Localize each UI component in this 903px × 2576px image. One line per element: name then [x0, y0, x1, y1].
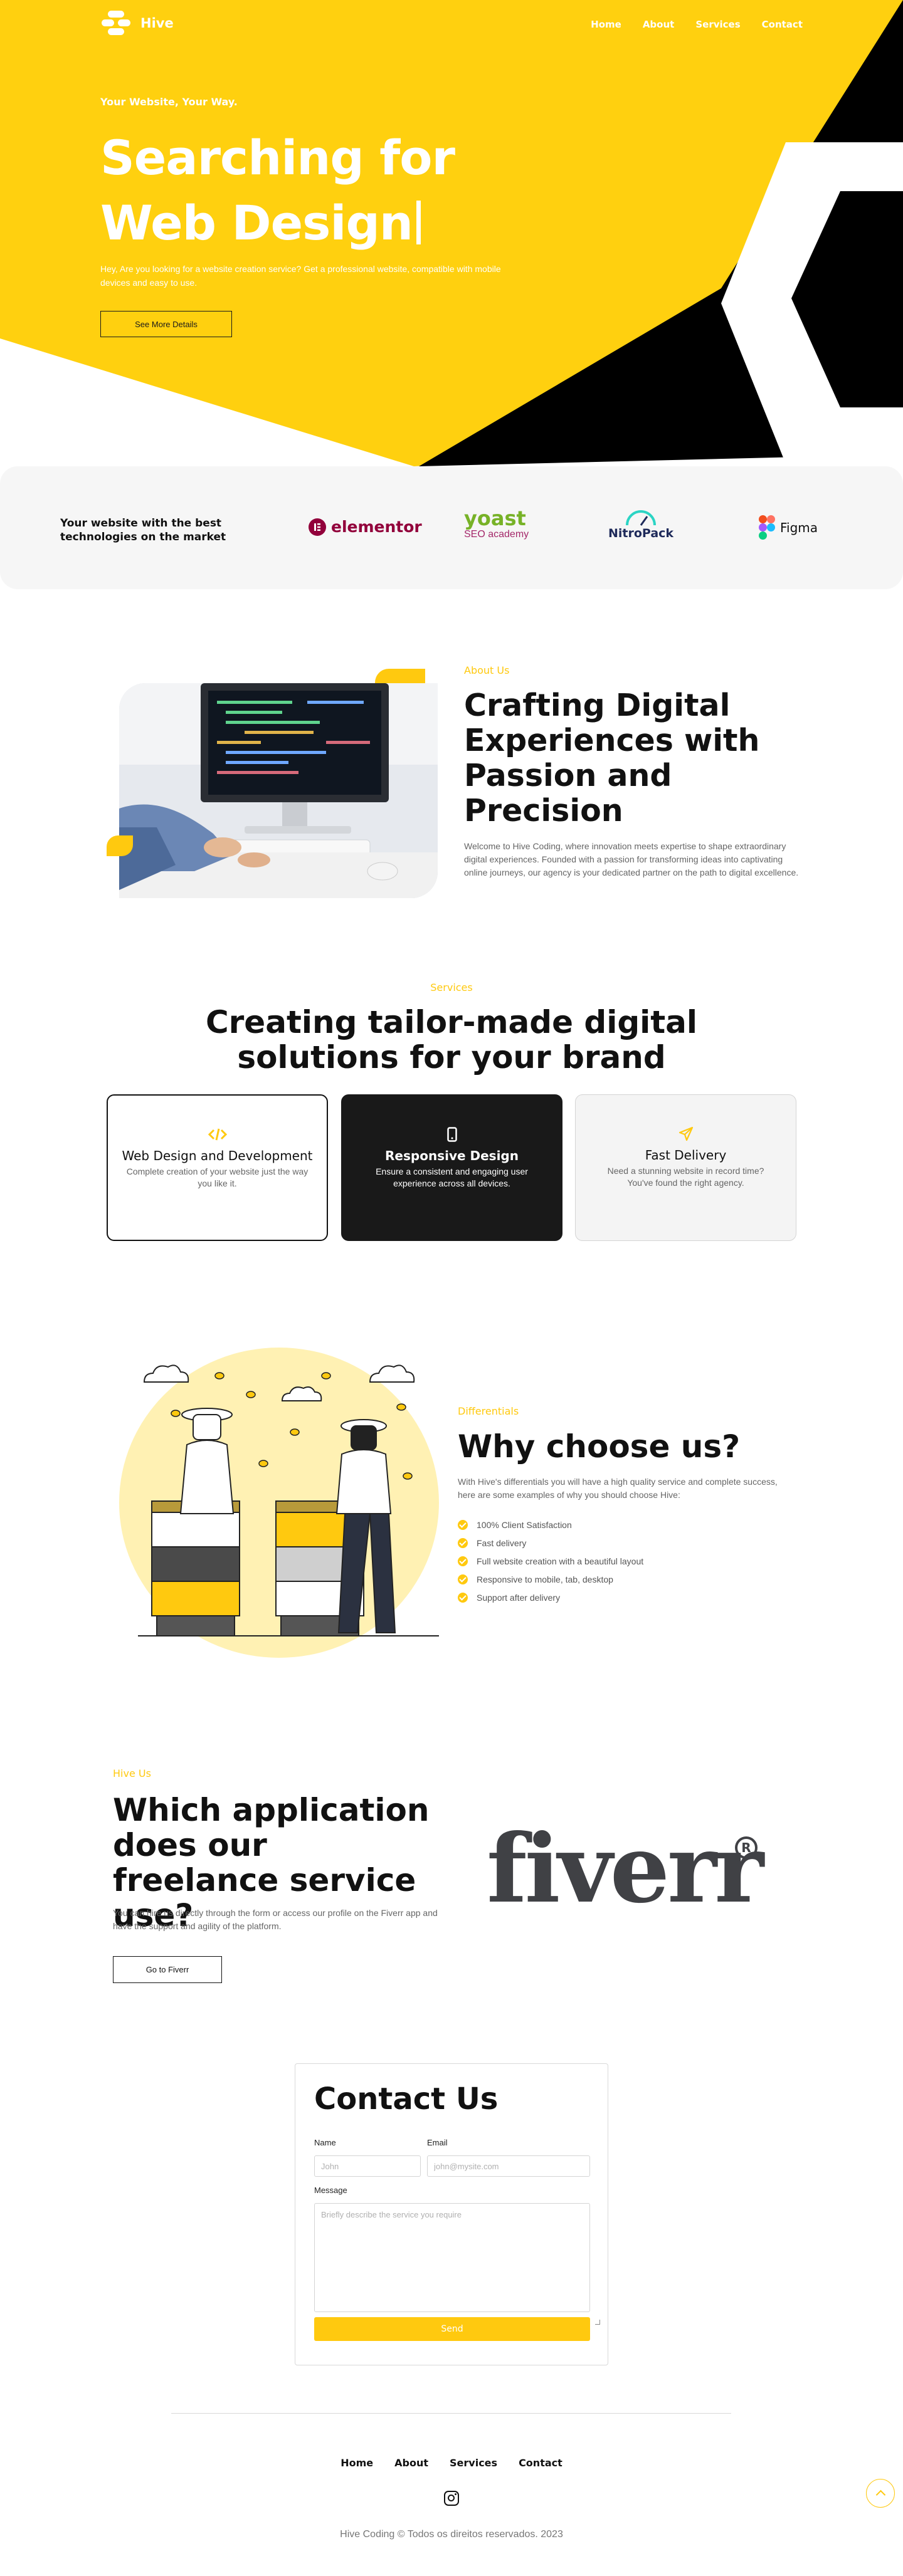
hive-us-description: You can hire us directly through the for…	[113, 1908, 438, 1931]
about-title: Crafting Digital Experiences with Passio…	[464, 688, 760, 829]
nitropack-logo: NitroPack	[608, 510, 673, 540]
service-card-fast-delivery[interactable]: Fast Delivery Need a stunning website in…	[575, 1094, 796, 1241]
services-title-line1: Creating tailor-made digital	[205, 1004, 698, 1040]
send-button[interactable]: Send	[314, 2317, 590, 2341]
about-description: Welcome to Hive Coding, where innovation…	[464, 841, 799, 877]
footer-link-home[interactable]: Home	[341, 2457, 373, 2469]
technologies-strip: Your website with the best technologies …	[0, 466, 903, 589]
brand-name: Hive	[140, 16, 174, 31]
about-eyebrow: About Us	[464, 664, 510, 676]
message-textarea[interactable]	[314, 2203, 590, 2312]
contact-title: Contact Us	[314, 2081, 499, 2117]
name-input[interactable]	[314, 2155, 421, 2177]
nitropack-wordmark: NitroPack	[608, 526, 674, 540]
developer-at-computer-illustration	[119, 683, 438, 898]
services-title: Creating tailor-made digital solutions f…	[0, 1005, 903, 1075]
typing-cursor	[416, 201, 421, 244]
differentials-list: 100% Client Satisfaction Fast delivery F…	[458, 1516, 643, 1606]
footer-divider	[171, 2413, 731, 2414]
list-item: Responsive to mobile, tab, desktop	[458, 1570, 643, 1588]
main-nav: Home About Services Contact	[591, 19, 803, 30]
see-more-details-button[interactable]: See More Details	[100, 311, 232, 337]
service-card-description: Ensure a consistent and engaging user ex…	[376, 1166, 528, 1188]
page: Hive Home About Services Contact Your We…	[0, 0, 903, 2576]
figma-icon	[759, 515, 775, 540]
service-card-title: Web Design and Development	[122, 1148, 313, 1163]
list-item: 100% Client Satisfaction	[458, 1516, 643, 1534]
yoast-logo: yoast SEO academy	[464, 508, 529, 540]
check-circle-icon	[458, 1574, 468, 1584]
check-circle-icon	[458, 1592, 468, 1603]
registered-mark: R	[735, 1836, 758, 1859]
decor-yellow-shape-small	[107, 835, 133, 856]
elementor-wordmark: elementor	[331, 518, 422, 536]
check-circle-icon	[458, 1556, 468, 1566]
paper-plane-icon	[679, 1126, 693, 1141]
service-card-description: Complete creation of your website just t…	[126, 1166, 309, 1188]
nav-contact[interactable]: Contact	[762, 19, 803, 30]
brand-logo[interactable]: Hive	[100, 9, 174, 38]
hero-title-line2: Web Design	[100, 195, 413, 251]
hive-honeycomb-icon	[102, 11, 130, 35]
service-card-description: Need a stunning website in record time? …	[607, 1166, 764, 1188]
nav-home[interactable]: Home	[591, 19, 621, 30]
check-circle-icon	[458, 1537, 468, 1548]
instagram-icon[interactable]	[444, 2491, 459, 2506]
elementor-icon	[309, 518, 326, 536]
hive-us-eyebrow: Hive Us	[113, 1767, 151, 1779]
footer-link-about[interactable]: About	[394, 2457, 428, 2469]
service-card-web-design[interactable]: Web Design and Development Complete crea…	[107, 1094, 328, 1241]
hero-title-line1: Searching for	[100, 130, 455, 186]
footer-link-services[interactable]: Services	[450, 2457, 497, 2469]
service-card-responsive[interactable]: Responsive Design Ensure a consistent an…	[341, 1094, 562, 1241]
differentials-eyebrow: Differentials	[458, 1405, 519, 1417]
check-circle-icon	[458, 1519, 468, 1530]
email-input[interactable]	[427, 2155, 590, 2177]
hero-description: Hey, Are you looking for a website creat…	[100, 264, 501, 288]
go-to-fiverr-button[interactable]: Go to Fiverr	[113, 1956, 222, 1983]
service-card-title: Fast Delivery	[645, 1148, 727, 1163]
yoast-subtitle: SEO academy	[464, 529, 529, 540]
resize-handle[interactable]	[595, 2320, 600, 2325]
contact-form: Contact Us Name Email Message Send	[295, 2063, 608, 2365]
hero-title: Searching for Web Design	[100, 125, 502, 256]
mobile-phone-icon	[446, 1127, 457, 1142]
service-card-title: Responsive Design	[385, 1148, 519, 1163]
code-icon	[208, 1128, 227, 1141]
list-item: Full website creation with a beautiful l…	[458, 1552, 643, 1570]
fiverr-logo: fiverr	[487, 1814, 764, 1924]
beekeepers-illustration	[138, 1364, 439, 1636]
name-label: Name	[314, 2138, 336, 2147]
list-item: Support after delivery	[458, 1588, 643, 1606]
elementor-logo: elementor	[309, 518, 422, 536]
email-label: Email	[427, 2138, 448, 2147]
back-to-top-button[interactable]	[866, 2479, 895, 2508]
hero-section: Hive Home About Services Contact Your We…	[0, 0, 903, 466]
about-image	[119, 683, 438, 898]
copyright-text: Hive Coding © Todos os direitos reservad…	[340, 2529, 563, 2540]
differentials-description: With Hive's differentials you will have …	[458, 1477, 778, 1500]
figma-wordmark: Figma	[780, 520, 818, 535]
hero-tagline: Your Website, Your Way.	[100, 96, 238, 108]
technologies-text: Your website with the best technologies …	[60, 517, 226, 543]
yoast-wordmark: yoast	[464, 506, 526, 530]
services-title-line2: solutions for your brand	[237, 1039, 666, 1076]
list-item: Fast delivery	[458, 1534, 643, 1552]
services-eyebrow: Services	[430, 982, 473, 993]
message-label: Message	[314, 2186, 347, 2195]
differentials-title: Why choose us?	[458, 1428, 741, 1465]
figma-logo: Figma	[759, 515, 818, 540]
nav-about[interactable]: About	[643, 19, 675, 30]
nitropack-arc-icon	[626, 510, 657, 526]
nav-services[interactable]: Services	[695, 19, 740, 30]
footer-nav: Home About Services Contact	[0, 2457, 903, 2469]
footer-link-contact[interactable]: Contact	[519, 2457, 562, 2469]
